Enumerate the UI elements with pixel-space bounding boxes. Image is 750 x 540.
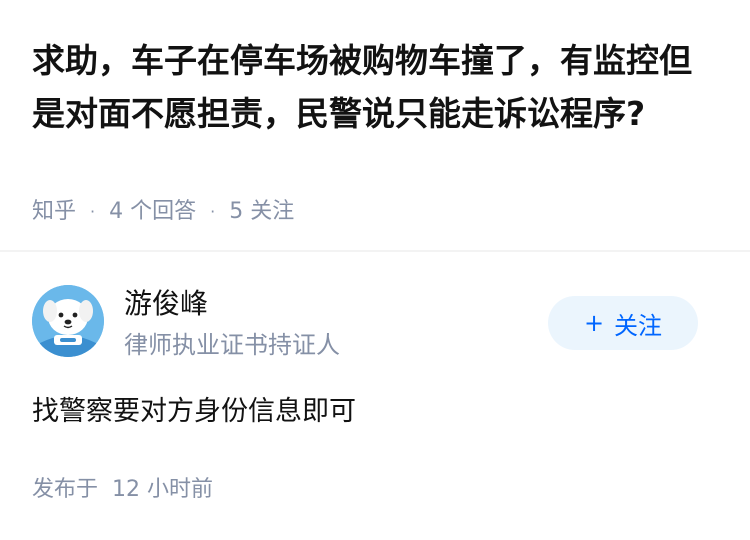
follow-button[interactable]: + 关注 <box>548 296 698 350</box>
question-title[interactable]: 求助，车子在停车场被购物车撞了，有监控但是对面不愿担责，民警说只能走诉讼程序? <box>32 34 722 140</box>
published-prefix: 发布于 <box>32 477 99 502</box>
follow-count[interactable]: 5 关注 <box>229 196 294 228</box>
meta-separator: · <box>90 202 96 221</box>
question-meta: 知乎 · 4 个回答 · 5 关注 <box>32 196 294 228</box>
plus-icon: + <box>583 309 605 337</box>
follow-button-label: 关注 <box>614 311 663 340</box>
author-name[interactable]: 游俊峰 <box>124 285 208 323</box>
meta-separator: · <box>210 202 216 221</box>
published-time: 12 小时前 <box>112 477 214 502</box>
answer-content[interactable]: 找警察要对方身份信息即可 <box>32 392 356 432</box>
author-badge: 律师执业证书持证人 <box>124 331 340 359</box>
avatar[interactable] <box>32 285 104 357</box>
answer-timestamp: 发布于 12 小时前 <box>32 474 213 506</box>
cartoon-dog-avatar-icon <box>32 285 104 357</box>
answer-count[interactable]: 4 个回答 <box>109 196 196 228</box>
answer-card: 游俊峰 律师执业证书持证人 + 关注 找警察要对方身份信息即可 发布于 12 小时… <box>0 252 750 540</box>
source-label[interactable]: 知乎 <box>32 196 76 228</box>
question-header: 求助，车子在停车场被购物车撞了，有监控但是对面不愿担责，民警说只能走诉讼程序? … <box>0 0 750 250</box>
